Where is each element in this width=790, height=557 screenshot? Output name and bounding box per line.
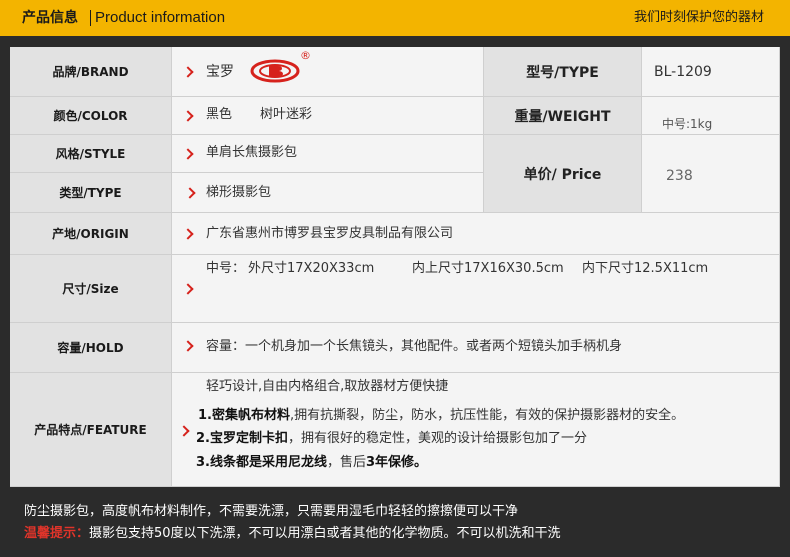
- feature-item-2: 2.宝罗定制卡扣，拥有很好的稳定性，美观的设计给摄影包加了一分: [196, 431, 587, 446]
- header-separator: [90, 10, 91, 26]
- header-slogan: 我们时刻保护您的器材: [633, 10, 764, 25]
- color-label: 颜色/COLOR: [10, 97, 172, 135]
- size-value-cell: 中号： 外尺寸17X20X33cm 内上尺寸17X16X30.5cm 内下尺寸1…: [172, 255, 780, 323]
- brand-label: 品牌/BRAND: [10, 47, 172, 97]
- size-outer: 外尺寸17X20X33cm: [248, 261, 375, 276]
- feature-value-cell: 轻巧设计,自由内格组合,取放器材方便快捷 1.密集帆布材料,拥有抗撕裂，防尘，防…: [172, 373, 780, 487]
- chevron-right-icon: [182, 110, 194, 122]
- size-inner-top: 内上尺寸17X16X30.5cm: [412, 261, 564, 276]
- model-value: BL-1209: [654, 64, 712, 80]
- chevron-right-icon: [182, 148, 194, 160]
- size-prefix: 中号：: [206, 261, 246, 276]
- weight-value: 中号:1kg: [662, 117, 713, 131]
- feature-intro: 轻巧设计,自由内格组合,取放器材方便快捷: [206, 379, 449, 394]
- chevron-right-icon: [178, 425, 190, 437]
- price-value: 238: [666, 168, 693, 184]
- style-value-cell: 单肩长焦摄影包: [172, 135, 484, 173]
- color-value-black: 黑色: [206, 107, 233, 122]
- chevron-right-icon: [182, 340, 194, 352]
- weight-value-cell: 中号:1kg: [642, 97, 780, 135]
- type-label: 类型/TYPE: [10, 173, 172, 213]
- size-inner-bottom: 内下尺寸12.5X11cm: [582, 261, 709, 276]
- style-value: 单肩长焦摄影包: [206, 145, 298, 160]
- style-label: 风格/STYLE: [10, 135, 172, 173]
- price-label: 单价/ Price: [484, 135, 642, 213]
- model-label: 型号/TYPE: [484, 47, 642, 97]
- origin-label: 产地/ORIGIN: [10, 213, 172, 255]
- footer-line-1: 防尘摄影包，高度帆布材料制作，不需要洗漂，只需要用湿毛巾轻轻的擦擦便可以干净: [24, 504, 519, 519]
- footer-line-2: 温馨提示：摄影包支持50度以下洗漂，不可以用漂白或者其他的化学物质。不可以机洗和…: [24, 525, 561, 543]
- chevron-right-icon: [184, 187, 196, 199]
- size-label: 尺寸/Size: [10, 255, 172, 323]
- feature-label: 产品特点/FEATURE: [10, 373, 172, 487]
- product-info-table: 品牌/BRAND 宝罗 ® 型号/TYPE BL-1209 颜色/COLOR 黑…: [10, 47, 780, 487]
- type-value-cell: 梯形摄影包: [172, 173, 484, 213]
- feature-item-1: 1.密集帆布材料,拥有抗撕裂，防尘，防水，抗压性能，有效的保护摄影器材的安全。: [198, 408, 685, 423]
- brand-value-cell: 宝罗 ®: [172, 47, 484, 97]
- header-subtitle: Product information: [95, 9, 226, 26]
- hold-label: 容量/HOLD: [10, 323, 172, 373]
- registered-mark: ®: [300, 49, 311, 62]
- weight-label: 重量/WEIGHT: [484, 97, 642, 135]
- origin-value-cell: 广东省惠州市博罗县宝罗皮具制品有限公司: [172, 213, 780, 255]
- brand-value: 宝罗: [206, 64, 234, 80]
- chevron-right-icon: [182, 228, 194, 240]
- origin-value: 广东省惠州市博罗县宝罗皮具制品有限公司: [206, 226, 454, 241]
- color-value-camo: 树叶迷彩: [260, 107, 313, 122]
- hold-value-cell: 容量：一个机身加一个长焦镜头，其他配件。或者两个短镜头加手柄机身: [172, 323, 780, 373]
- chevron-right-icon: [182, 66, 194, 78]
- header-title: 产品信息: [22, 10, 78, 26]
- footer-notice: 防尘摄影包，高度帆布材料制作，不需要洗漂，只需要用湿毛巾轻轻的擦擦便可以干净 温…: [0, 495, 790, 557]
- brand-logo-icon: [250, 59, 300, 83]
- color-value-cell: 黑色 树叶迷彩: [172, 97, 484, 135]
- warm-tip-label: 温馨提示：: [24, 526, 90, 541]
- model-value-cell: BL-1209: [642, 47, 780, 97]
- hold-value: 容量：一个机身加一个长焦镜头，其他配件。或者两个短镜头加手柄机身: [206, 339, 623, 354]
- type-value: 梯形摄影包: [206, 185, 272, 200]
- header-bar: 产品信息 Product information 我们时刻保护您的器材: [0, 0, 790, 36]
- price-value-cell: 238: [642, 135, 780, 213]
- feature-item-3: 3.线条都是采用尼龙线，售后3年保修。: [196, 455, 428, 470]
- footer-line-2-text: 摄影包支持50度以下洗漂，不可以用漂白或者其他的化学物质。不可以机洗和干洗: [89, 526, 561, 541]
- chevron-right-icon: [182, 283, 194, 295]
